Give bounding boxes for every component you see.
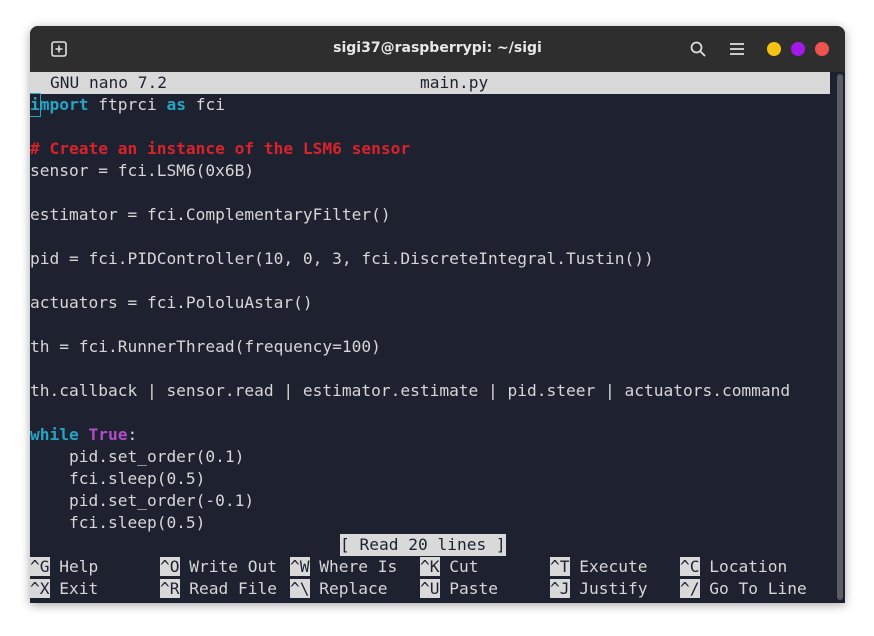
shortcut-location[interactable]: ^C Location [680,556,787,578]
shortcut-go-to-line[interactable]: ^/ Go To Line [680,578,807,600]
code-line-body-3[interactable]: pid.set_order(-0.1) [30,490,254,512]
code-line-body-1[interactable]: pid.set_order(0.1) [30,446,244,468]
shortcut-cut[interactable]: ^K Cut [420,556,478,578]
shortcut-justify[interactable]: ^J Justify [550,578,647,600]
nano-header: GNU nano 7.2 main.py [30,72,830,94]
code-line-body-4[interactable]: fci.sleep(0.5) [30,512,205,534]
code-line-actuators[interactable]: actuators = fci.PololuAstar() [30,292,313,314]
terminal-window: sigi37@raspberrypi: ~/sigi GNU nano 7.2 … [30,26,845,603]
code-comment[interactable]: # Create an instance of the LSM6 sensor [30,138,410,160]
code-line-pid[interactable]: pid = fci.PIDController(10, 0, 3, fci.Di… [30,248,654,270]
hamburger-menu-icon[interactable] [726,38,748,60]
code-line-estimator[interactable]: estimator = fci.ComplementaryFilter() [30,204,391,226]
colon: : [127,425,138,444]
window-title: sigi37@raspberrypi: ~/sigi [333,40,542,56]
close-button[interactable] [815,42,829,56]
code-line-sensor[interactable]: sensor = fci.LSM6(0x6B) [30,160,254,182]
module-name: ftprci [88,95,167,114]
keyword-as: as [166,95,186,114]
nano-filename: main.py [420,73,489,92]
keyword-while: while [30,425,79,444]
maximize-button[interactable] [791,42,805,56]
shortcut-execute[interactable]: ^T Execute [550,556,647,578]
code-line-body-2[interactable]: fci.sleep(0.5) [30,468,205,490]
module-alias: fci [185,95,225,114]
status-message: [ Read 20 lines ] [340,534,506,556]
shortcut-read-file[interactable]: ^R Read File [160,578,277,600]
shortcut-write-out[interactable]: ^O Write Out [160,556,277,578]
keyword-import: import [30,93,89,117]
keyword-true: True [88,425,128,444]
code-line-1[interactable]: import ftprci as fci [30,93,225,117]
nano-editor[interactable]: GNU nano 7.2 main.py import ftprci as fc… [30,72,845,603]
text-cursor: i [30,93,41,117]
shortcut-replace[interactable]: ^\ Replace [290,578,387,600]
scrollbar[interactable] [837,74,843,600]
titlebar[interactable]: sigi37@raspberrypi: ~/sigi [30,26,845,72]
shortcut-exit[interactable]: ^X Exit [30,578,98,600]
shortcut-where-is[interactable]: ^W Where Is [290,556,397,578]
shortcut-paste[interactable]: ^U Paste [420,578,498,600]
code-line-thread[interactable]: th = fci.RunnerThread(frequency=100) [30,336,381,358]
code-line-while[interactable]: while True: [30,424,137,446]
search-icon[interactable] [687,38,709,60]
nano-version: GNU nano 7.2 [50,73,167,92]
code-line-callback[interactable]: th.callback | sensor.read | estimator.es… [30,380,790,402]
shortcut-help[interactable]: ^G Help [30,556,98,578]
minimize-button[interactable] [767,42,781,56]
